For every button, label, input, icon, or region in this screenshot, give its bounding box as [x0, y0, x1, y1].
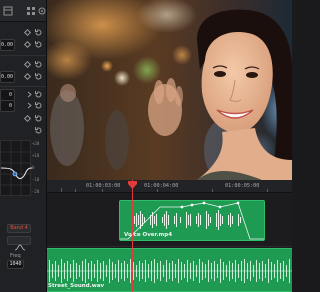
- ruler-tick: [212, 189, 213, 192]
- freq-value-field[interactable]: 1040: [7, 260, 24, 269]
- timecode-label: 01:00:03:00: [86, 183, 121, 189]
- eq-curve: [0, 141, 33, 197]
- keyframe-icon[interactable]: [23, 114, 32, 123]
- ruler-tick: [61, 188, 62, 192]
- reset-icon[interactable]: [34, 72, 43, 81]
- filter-shape-select[interactable]: [7, 236, 31, 251]
- audio-track-2[interactable]: Street_Sound.wav: [47, 246, 292, 292]
- inspector-toolbar: [0, 0, 47, 22]
- parameter-row: [0, 124, 46, 138]
- video-viewer[interactable]: [47, 0, 292, 180]
- timecode-ruler[interactable]: 01:00:03:00 01:00:04:00 01:00:05:00: [47, 180, 292, 193]
- voice-over-clip[interactable]: Voice Over.mp4: [119, 200, 265, 241]
- eq-scale-label: +20: [32, 141, 40, 146]
- keyframe-icon[interactable]: [23, 40, 32, 49]
- grid-icon[interactable]: [26, 6, 36, 16]
- reset-icon[interactable]: [34, 101, 43, 110]
- parameter-row: 0: [0, 99, 46, 113]
- value-field[interactable]: 0.00: [0, 71, 15, 83]
- parameter-row: 0.00: [0, 70, 46, 84]
- ruler-tick: [267, 189, 268, 192]
- street-sound-clip[interactable]: Street_Sound.wav: [47, 248, 292, 292]
- keyframe-icon[interactable]: [23, 60, 32, 69]
- reset-icon[interactable]: [34, 40, 43, 49]
- bell-curve-icon: [14, 244, 26, 251]
- chevron-right-icon[interactable]: [26, 102, 33, 109]
- timeline-panel[interactable]: 01:00:03:00 01:00:04:00 01:00:05:00 Voic…: [47, 180, 292, 292]
- clip-name: Street_Sound.wav: [48, 283, 105, 289]
- timecode-label: 01:00:04:00: [144, 183, 179, 189]
- ruler-tick: [102, 189, 103, 192]
- eq-scale-label: -20: [32, 189, 40, 194]
- eq-graph[interactable]: [0, 140, 33, 197]
- playhead-marker-icon[interactable]: [128, 181, 137, 189]
- freq-label: Freq: [10, 253, 21, 259]
- eq-scale-label: +10: [32, 153, 40, 158]
- playhead-line[interactable]: [132, 180, 133, 292]
- value-field[interactable]: 0: [0, 100, 15, 112]
- ruler-tick: [75, 189, 76, 192]
- timecode-label: 01:00:05:00: [225, 183, 260, 189]
- inspector-panel: 0.00 0.00 0 0 +20 +10 0 -10 -20 Band 4 F…: [0, 0, 47, 292]
- layout-icon[interactable]: [3, 6, 13, 16]
- video-frame: [47, 0, 292, 180]
- settings-icon[interactable]: [37, 6, 47, 16]
- ruler-tick: [157, 189, 158, 192]
- audio-track-1[interactable]: Voice Over.mp4: [47, 194, 292, 244]
- divider: [0, 55, 46, 56]
- eq-scale-label: 0: [32, 165, 35, 170]
- chevron-right-icon[interactable]: [26, 91, 33, 98]
- keyframe-icon[interactable]: [23, 72, 32, 81]
- eq-scale-label: -10: [32, 177, 40, 182]
- reset-icon[interactable]: [34, 126, 43, 135]
- reset-icon[interactable]: [34, 114, 43, 123]
- keyframe-icon[interactable]: [23, 28, 32, 37]
- reset-icon[interactable]: [34, 90, 43, 99]
- value-field[interactable]: 0.00: [0, 39, 15, 51]
- band-button[interactable]: Band 4: [7, 224, 31, 233]
- parameter-row: 0.00: [0, 38, 46, 52]
- divider: [0, 86, 46, 87]
- reset-icon[interactable]: [34, 60, 43, 69]
- reset-icon[interactable]: [34, 28, 43, 37]
